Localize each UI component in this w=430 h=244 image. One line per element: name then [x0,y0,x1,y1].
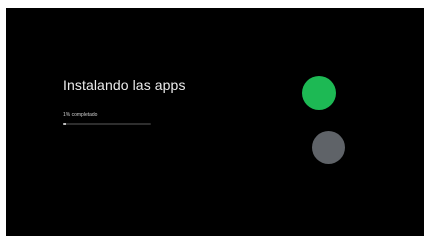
page-title: Instalando las apps [63,77,186,93]
progress-label: 1% completado [63,112,98,118]
green-circle-icon [302,76,336,110]
progress-bar [63,123,151,125]
gray-circle-icon [312,131,345,164]
setup-screen: Instalando las apps 1% completado [6,8,424,236]
progress-bar-fill [63,123,66,125]
